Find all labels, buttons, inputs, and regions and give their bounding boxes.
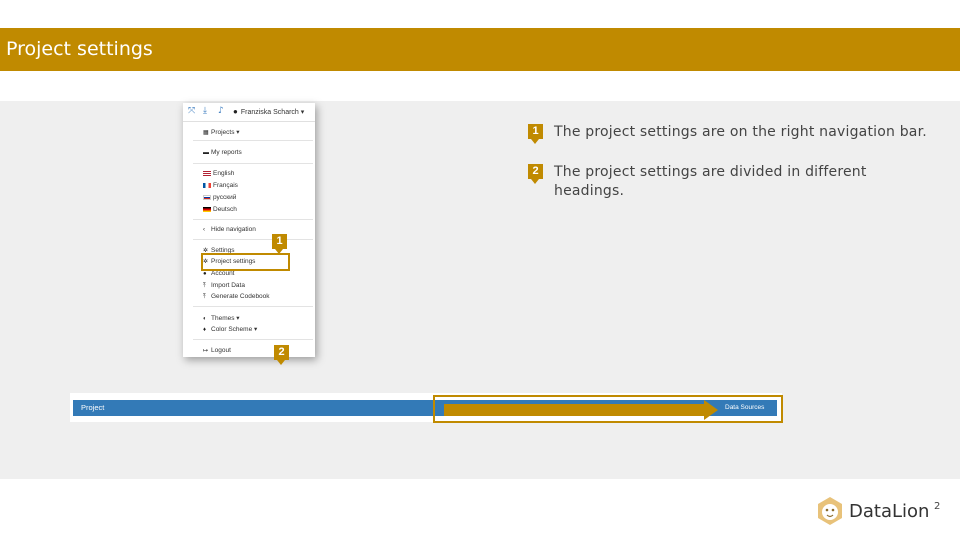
menu-item-label: Projects ▾ bbox=[211, 129, 240, 136]
datalion-logo-icon bbox=[818, 497, 842, 525]
expand-icon[interactable]: ⤧ bbox=[188, 106, 195, 116]
menu-item-label: русский bbox=[213, 194, 237, 201]
contrast-icon: ◐ bbox=[203, 316, 207, 322]
user-icon: ● bbox=[233, 107, 238, 116]
us-flag-icon bbox=[203, 170, 211, 176]
menu-item-label: Account bbox=[211, 270, 235, 277]
marker-1: 1 bbox=[272, 234, 287, 254]
ru-flag-icon bbox=[203, 194, 211, 200]
menu-screenshot: ⤧ ⤓ ♪ ● Franziska Scharch ▾ ▦ Projects ▾ ▬… bbox=[183, 103, 315, 357]
menu-item-projects[interactable]: ▦ Projects ▾ bbox=[203, 128, 240, 136]
slide-title: Project settings bbox=[6, 38, 153, 60]
divider bbox=[193, 339, 313, 340]
user-menu[interactable]: ● Franziska Scharch ▾ bbox=[233, 107, 304, 116]
menu-item-label: English bbox=[213, 170, 235, 177]
upload-icon: ⤒ bbox=[203, 294, 206, 300]
point-1: 1 The project settings are on the right … bbox=[528, 123, 948, 145]
de-flag-icon bbox=[203, 206, 211, 212]
fr-flag-icon bbox=[203, 182, 211, 188]
menu-item-themes[interactable]: ◐ Themes ▾ bbox=[203, 314, 240, 322]
bell-icon[interactable]: ♪ bbox=[218, 106, 224, 116]
grid-icon: ▦ bbox=[203, 130, 209, 136]
point-2-text: The project settings are divided in diff… bbox=[554, 164, 867, 199]
menu-item-logout[interactable]: ↦ Logout bbox=[203, 347, 231, 354]
menu-item-label: Logout bbox=[211, 347, 231, 354]
download-icon[interactable]: ⤓ bbox=[203, 106, 207, 116]
menu-item-label: Import Data bbox=[211, 282, 245, 289]
marker-2: 2 bbox=[274, 345, 289, 365]
menu-item-label: Generate Codebook bbox=[211, 293, 270, 300]
arrow-right-icon bbox=[704, 400, 718, 420]
menu-item-label: Deutsch bbox=[213, 206, 237, 213]
point-1-text: The project settings are on the right na… bbox=[554, 124, 927, 140]
droplet-icon: ♦ bbox=[203, 327, 207, 333]
upload-icon: ⤒ bbox=[203, 283, 206, 289]
menu-item-hide-navigation[interactable]: ‹ Hide navigation bbox=[203, 226, 256, 233]
menu-item-account[interactable]: ● Account bbox=[203, 270, 235, 277]
project-settings-highlight bbox=[201, 253, 290, 271]
menu-item-deutsch[interactable]: Deutsch bbox=[203, 206, 237, 213]
title-bar: Project settings bbox=[0, 28, 960, 71]
menu-item-label: Hide navigation bbox=[211, 226, 256, 233]
menu-item-english[interactable]: English bbox=[203, 170, 234, 177]
menu-item-russian[interactable]: русский bbox=[203, 194, 236, 201]
menu-item-my-reports[interactable]: ▬ My reports bbox=[203, 149, 242, 156]
point-2-marker: 2 bbox=[528, 164, 543, 184]
menu-item-label: Français bbox=[213, 182, 238, 189]
project-label: Project bbox=[81, 403, 105, 412]
chevron-left-icon: ‹ bbox=[203, 227, 205, 233]
point-1-marker: 1 bbox=[528, 124, 543, 144]
logo-text: DataLion bbox=[849, 501, 930, 522]
menu-top-bar: ⤧ ⤓ ♪ ● Franziska Scharch ▾ bbox=[183, 103, 315, 122]
menu-item-generate-codebook[interactable]: ⤒ Generate Codebook bbox=[203, 293, 270, 301]
arrow-shaft bbox=[444, 404, 706, 416]
menu-item-label: My reports bbox=[211, 149, 242, 156]
menu-item-francais[interactable]: Français bbox=[203, 182, 238, 189]
page-number: 2 bbox=[934, 501, 941, 512]
point-2: 2 The project settings are divided in di… bbox=[528, 163, 948, 203]
menu-item-import-data[interactable]: ⤒ Import Data bbox=[203, 282, 245, 290]
folder-icon: ▬ bbox=[203, 150, 209, 156]
divider bbox=[193, 239, 313, 240]
menu-item-color-scheme[interactable]: ♦ Color Scheme ▾ bbox=[203, 325, 257, 333]
divider bbox=[193, 140, 313, 141]
divider bbox=[193, 219, 313, 220]
user-name: Franziska Scharch ▾ bbox=[240, 109, 305, 116]
menu-item-label: Color Scheme ▾ bbox=[211, 326, 258, 333]
slide: Project settings ⤧ ⤓ ♪ ● Franziska Scharc… bbox=[0, 0, 960, 540]
divider bbox=[193, 306, 313, 307]
divider bbox=[193, 163, 313, 164]
user-icon: ● bbox=[203, 271, 207, 277]
menu-item-label: Themes ▾ bbox=[211, 315, 240, 322]
logout-icon: ↦ bbox=[203, 348, 209, 354]
